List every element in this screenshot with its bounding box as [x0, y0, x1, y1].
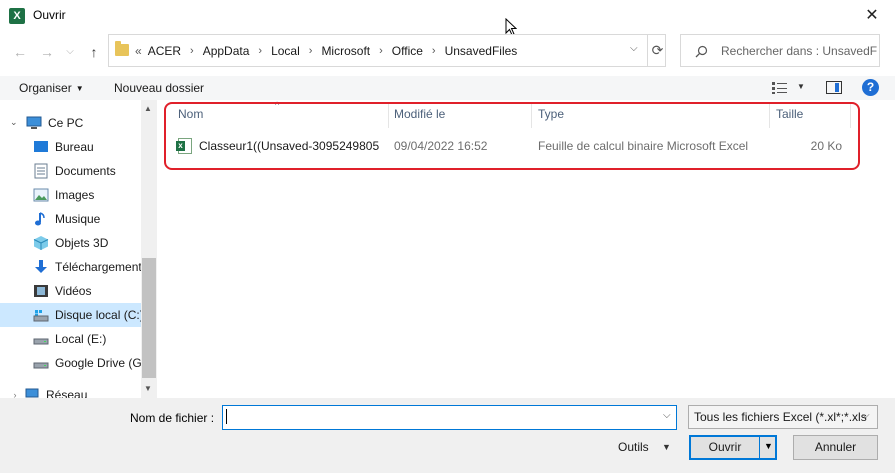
- sidebar-item-label: Ce PC: [48, 116, 84, 130]
- sidebar-item-label: Bureau: [55, 140, 94, 154]
- sidebar-item-videos[interactable]: Vidéos: [0, 279, 141, 303]
- organize-label: Organiser: [19, 81, 72, 95]
- breadcrumb-item[interactable]: UnsavedFiles: [445, 44, 518, 58]
- split-button-divider: [759, 436, 760, 459]
- scroll-down-icon[interactable]: ▼: [144, 384, 152, 393]
- organize-menu[interactable]: Organiser ▼: [19, 81, 84, 95]
- sidebar-item-label: Disque local (C:): [55, 308, 141, 322]
- chevron-down-icon[interactable]: ▼: [662, 442, 671, 452]
- title-bar: X Ouvrir ✕: [0, 0, 895, 32]
- close-button[interactable]: ✕: [849, 0, 895, 32]
- sidebar-item-documents[interactable]: Documents: [0, 159, 141, 183]
- chevron-down-icon: ▼: [75, 84, 84, 94]
- drive-c-icon: [33, 307, 49, 323]
- sidebar-item-reseau[interactable]: › Réseau: [0, 383, 141, 398]
- view-options-icon[interactable]: [771, 81, 789, 95]
- folder-icon: [115, 41, 129, 56]
- filename-label: Nom de fichier :: [130, 411, 215, 425]
- breadcrumb-item[interactable]: AppData: [203, 44, 250, 58]
- network-icon: [24, 387, 40, 398]
- sidebar-item-label: Documents: [55, 164, 116, 178]
- sidebar-item-label: Musique: [55, 212, 101, 226]
- preview-pane-icon[interactable]: [826, 81, 842, 94]
- sidebar-item-label: Réseau: [46, 388, 88, 398]
- back-button[interactable]: ←: [8, 41, 32, 63]
- sidebar-scrollbar-thumb[interactable]: [142, 258, 156, 378]
- filename-input[interactable]: [222, 405, 677, 430]
- sidebar-item-label: Google Drive (G:: [55, 356, 141, 370]
- refresh-button[interactable]: ⟳: [647, 35, 667, 66]
- downloads-icon: [33, 259, 49, 275]
- search-input[interactable]: Rechercher dans : UnsavedFi...: [721, 44, 877, 58]
- navigation-pane: Ce PC Bureau Documents Images Musique Ob…: [0, 100, 157, 398]
- sidebar-item-local-e[interactable]: Local (E:): [0, 327, 141, 351]
- breadcrumb-separator-icon[interactable]: ›: [432, 45, 436, 57]
- search-box[interactable]: Rechercher dans : UnsavedFi...: [680, 34, 880, 67]
- command-toolbar: Organiser ▼ Nouveau dossier ▼ ?: [0, 76, 895, 100]
- videos-icon: [33, 283, 49, 299]
- filename-dropdown-icon[interactable]: ⌵: [663, 410, 671, 421]
- annotation-highlight: [164, 102, 860, 170]
- new-folder-button[interactable]: Nouveau dossier: [114, 81, 204, 95]
- sidebar-item-ce-pc[interactable]: Ce PC: [0, 111, 141, 135]
- sidebar-item-label: Objets 3D: [55, 236, 109, 250]
- breadcrumb-item[interactable]: Local: [271, 44, 300, 58]
- breadcrumb-separator-icon[interactable]: ›: [379, 45, 383, 57]
- objects-3d-icon: [33, 235, 49, 251]
- open-options-dropdown-icon[interactable]: ▼: [764, 441, 773, 451]
- excel-icon: X: [9, 8, 25, 24]
- filetype-select[interactable]: Tous les fichiers Excel (*.xl*;*.xls: [688, 405, 878, 429]
- breadcrumb-item[interactable]: ACER: [148, 44, 181, 58]
- address-bar[interactable]: « ACER › AppData › Local › Microsoft › O…: [108, 34, 666, 67]
- sidebar-item-telechargements[interactable]: Téléchargements: [0, 255, 141, 279]
- breadcrumb-overflow[interactable]: «: [135, 44, 142, 58]
- address-dropdown-icon[interactable]: ⌵: [630, 43, 644, 54]
- sidebar-item-bureau[interactable]: Bureau: [0, 135, 141, 159]
- desktop-icon: [33, 139, 49, 155]
- cancel-button[interactable]: Annuler: [793, 435, 878, 460]
- text-caret: [226, 409, 227, 424]
- search-icon: [695, 45, 708, 58]
- forward-button[interactable]: →: [35, 41, 59, 63]
- window-title: Ouvrir: [33, 8, 66, 22]
- sidebar-item-images[interactable]: Images: [0, 183, 141, 207]
- pictures-icon: [33, 187, 49, 203]
- chevron-down-icon[interactable]: ⌄: [10, 117, 18, 128]
- sidebar-item-label: Téléchargements: [55, 260, 141, 274]
- sidebar-item-musique[interactable]: Musique: [0, 207, 141, 231]
- sidebar-item-label: Local (E:): [55, 332, 107, 346]
- up-button[interactable]: ↑: [82, 41, 106, 63]
- sidebar-item-label: Images: [55, 188, 95, 202]
- tools-button[interactable]: Outils: [618, 440, 649, 454]
- chevron-right-icon[interactable]: ›: [10, 390, 20, 398]
- documents-icon: [33, 163, 49, 179]
- chevron-down-icon[interactable]: ⌵: [862, 410, 870, 421]
- breadcrumb-separator-icon[interactable]: ›: [309, 45, 313, 57]
- breadcrumb-item[interactable]: Microsoft: [321, 44, 370, 58]
- music-icon: [33, 211, 49, 227]
- sidebar-item-disque-local-c[interactable]: Disque local (C:): [0, 303, 141, 327]
- view-dropdown-icon[interactable]: ▼: [797, 82, 805, 91]
- recent-locations-dropdown[interactable]: ⌵: [58, 41, 82, 63]
- breadcrumb-separator-icon[interactable]: ›: [258, 45, 262, 57]
- drive-icon: [33, 331, 49, 347]
- breadcrumb: « ACER › AppData › Local › Microsoft › O…: [135, 44, 517, 58]
- computer-icon: [26, 115, 42, 131]
- sidebar-item-objets-3d[interactable]: Objets 3D: [0, 231, 141, 255]
- sidebar-item-label: Vidéos: [55, 284, 92, 298]
- breadcrumb-item[interactable]: Office: [392, 44, 423, 58]
- help-icon[interactable]: ?: [862, 79, 879, 96]
- sidebar-item-google-drive[interactable]: Google Drive (G:: [0, 351, 141, 375]
- breadcrumb-separator-icon[interactable]: ›: [190, 45, 194, 57]
- scroll-up-icon[interactable]: ▲: [144, 104, 152, 113]
- drive-icon: [33, 355, 49, 371]
